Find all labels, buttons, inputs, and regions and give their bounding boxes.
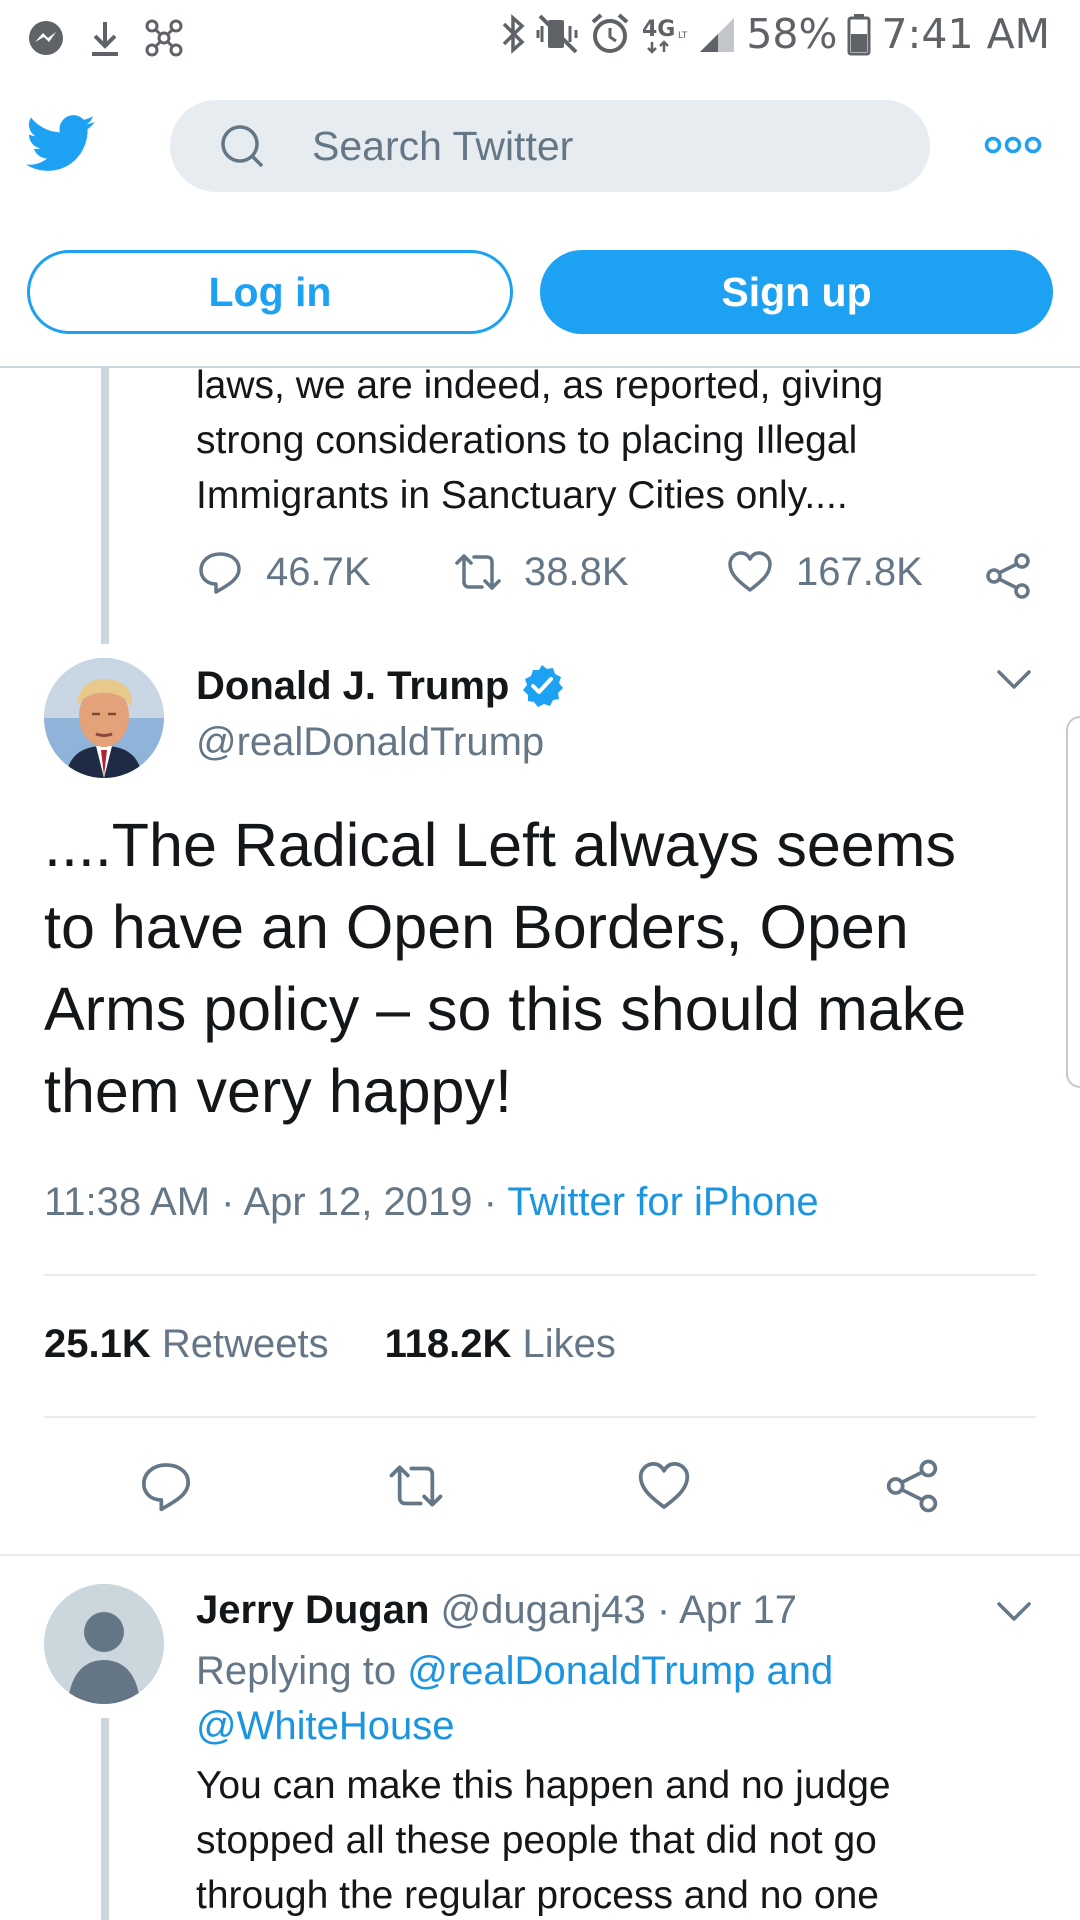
share-icon[interactable]: [884, 1458, 940, 1514]
auth-bar: Log in Sign up: [0, 250, 1080, 334]
heart-icon[interactable]: [636, 1458, 692, 1514]
search-input[interactable]: Search Twitter: [170, 100, 930, 192]
vibrate-icon: [536, 14, 578, 54]
battery-percent: 58%: [746, 10, 838, 58]
clock: 7:41 AM: [881, 10, 1050, 58]
4g-lte-icon: 4G LTE: [642, 17, 688, 54]
reply-date[interactable]: Apr 17: [679, 1588, 797, 1632]
profile-photo: [44, 658, 164, 778]
chevron-down-icon[interactable]: [996, 668, 1032, 692]
tweet-action-bar: [0, 1458, 1080, 1518]
previous-tweet-line: strong considerations to placing Illegal: [196, 419, 858, 462]
likes-stat-count: 118.2K: [384, 1322, 512, 1366]
retweet-icon: [455, 554, 501, 590]
tweet-text-line: them very happy!: [44, 1057, 512, 1125]
login-button[interactable]: Log in: [27, 250, 513, 334]
thread-connector: [101, 368, 109, 644]
replying-to-link[interactable]: @WhiteHouse: [196, 1704, 454, 1748]
reply-icon[interactable]: [138, 1458, 194, 1514]
top-nav: Search Twitter: [0, 76, 1080, 206]
tweet-time[interactable]: 11:38 AM: [44, 1180, 210, 1224]
meta-separator: ·: [221, 1180, 235, 1224]
share-icon[interactable]: [984, 552, 1032, 600]
alarm-icon: [592, 13, 629, 53]
previous-tweet-text[interactable]: laws, we are indeed, as reported, giving…: [196, 358, 1016, 523]
previous-tweet-actions: 46.7K 38.8K 167.8K: [196, 548, 1056, 608]
signal-icon: [700, 18, 735, 52]
previous-tweet-line: laws, we are indeed, as reported, giving: [196, 364, 884, 407]
retweets-stat[interactable]: 25.1K Retweets: [44, 1318, 329, 1370]
divider: [44, 1274, 1036, 1276]
default-avatar-icon: [44, 1584, 164, 1704]
reply-author-handle[interactable]: @duganj43: [441, 1588, 646, 1632]
tweet-metadata: 11:38 AM · Apr 12, 2019 · Twitter for iP…: [44, 1176, 819, 1228]
replying-and: and: [766, 1649, 834, 1693]
status-left-icons: [26, 18, 184, 58]
tweet-text-line: Arms policy – so this should make: [44, 975, 967, 1043]
svg-text:LTE: LTE: [678, 31, 688, 41]
like-count: 167.8K: [796, 549, 923, 594]
retweet-count: 38.8K: [524, 549, 629, 594]
tweet-source-link[interactable]: Twitter for iPhone: [507, 1180, 818, 1224]
reply-text-line: You can make this happen and no judge: [196, 1764, 891, 1807]
retweets-stat-label: Retweets: [161, 1322, 329, 1366]
reply-action[interactable]: 46.7K: [196, 548, 371, 596]
avatar[interactable]: [44, 658, 164, 778]
bluetooth-icon: [503, 14, 525, 54]
tweet-stats: 25.1K Retweets 118.2K Likes: [44, 1318, 616, 1370]
chevron-down-icon[interactable]: [996, 1600, 1032, 1624]
likes-stat[interactable]: 118.2K Likes: [385, 1318, 616, 1370]
previous-tweet-line: Immigrants in Sanctuary Cities only....: [196, 474, 848, 517]
likes-stat-label: Likes: [522, 1322, 616, 1366]
meta-separator: ·: [483, 1180, 497, 1224]
reply-header: Jerry Dugan @duganj43 · Apr 17: [196, 1584, 797, 1636]
verified-badge-icon: [523, 665, 564, 707]
tweet-text-line: to have an Open Borders, Open: [44, 893, 909, 961]
download-icon: [92, 22, 118, 56]
replying-prefix: Replying to: [196, 1649, 397, 1693]
replying-to: Replying to @realDonaldTrump and @WhiteH…: [196, 1644, 996, 1754]
search-icon: [221, 125, 264, 168]
like-action[interactable]: 167.8K: [726, 548, 923, 596]
author-name-text: Donald J. Trump: [196, 664, 510, 708]
twitter-logo-icon[interactable]: [26, 114, 96, 174]
battery-icon: [847, 14, 871, 56]
heart-icon: [728, 551, 772, 592]
section-divider: [0, 1554, 1080, 1556]
tweet-text: ....The Radical Left always seems to hav…: [44, 804, 1044, 1132]
divider: [44, 1416, 1036, 1418]
replying-to-link[interactable]: @realDonaldTrump: [407, 1649, 755, 1693]
reply-text-line: through the regular process and no one: [196, 1874, 879, 1917]
scrollbar-handle[interactable]: [1066, 716, 1080, 1088]
retweets-stat-count: 25.1K: [44, 1322, 151, 1366]
reply-text-line: stopped all these people that did not go: [196, 1819, 877, 1862]
status-bar: 4G LTE 58% 7:41 AM: [0, 0, 1080, 76]
more-icon[interactable]: [984, 134, 1042, 156]
status-right-icons: 4G LTE 58% 7:41 AM: [500, 10, 1050, 58]
svg-text:4G: 4G: [642, 17, 675, 42]
search-placeholder: Search Twitter: [312, 123, 574, 169]
author-handle[interactable]: @realDonaldTrump: [196, 718, 544, 766]
retweet-action[interactable]: 38.8K: [454, 548, 629, 596]
network-share-icon: [145, 19, 183, 57]
thread-connector: [101, 1718, 109, 1920]
tweet-text-line: ....The Radical Left always seems: [44, 811, 956, 879]
signup-button[interactable]: Sign up: [540, 250, 1053, 334]
retweet-icon[interactable]: [388, 1458, 444, 1514]
meta-separator: ·: [656, 1588, 671, 1632]
messenger-icon: [29, 21, 63, 55]
reply-avatar[interactable]: [44, 1584, 164, 1704]
reply-author-name[interactable]: Jerry Dugan: [196, 1588, 429, 1632]
reply-text[interactable]: You can make this happen and no judge st…: [196, 1758, 1016, 1920]
reply-count: 46.7K: [266, 549, 371, 594]
author-name[interactable]: Donald J. Trump: [196, 662, 565, 710]
tweet-date[interactable]: Apr 12, 2019: [243, 1180, 472, 1224]
reply-icon: [199, 552, 241, 594]
